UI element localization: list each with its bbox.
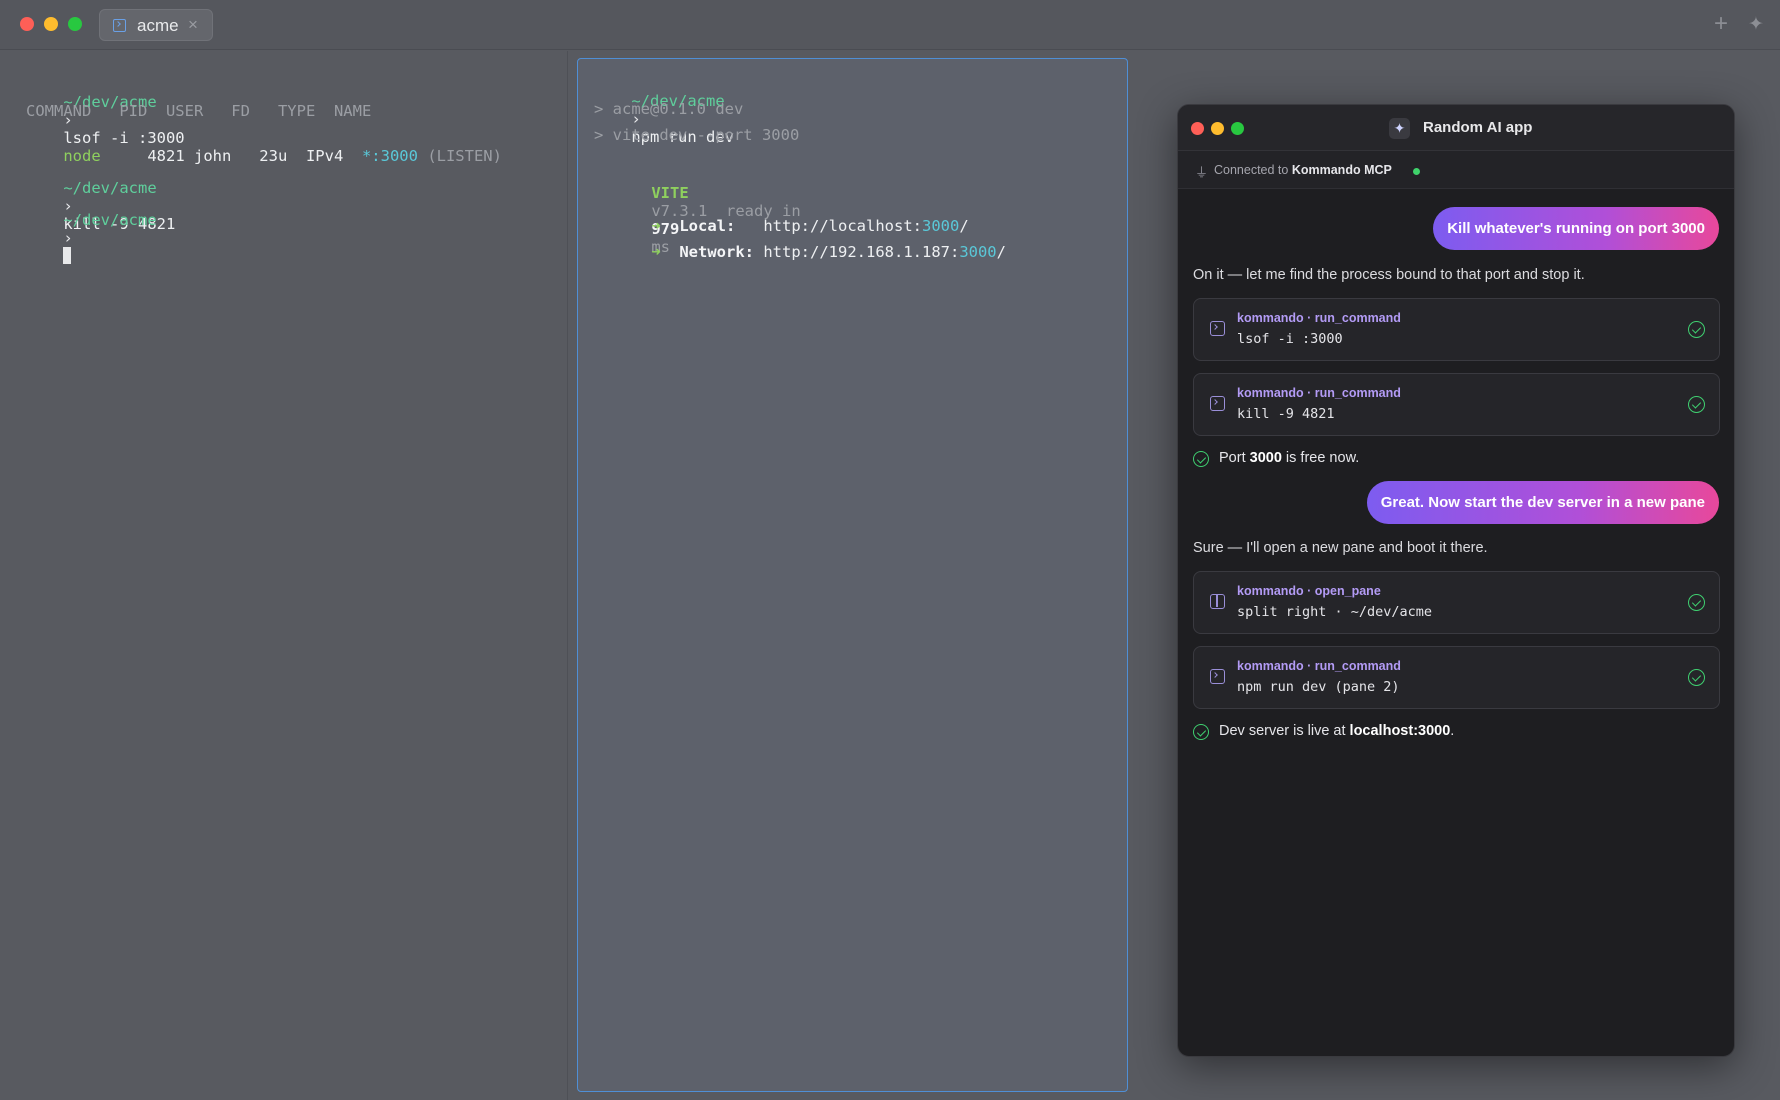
terminal-icon [1210, 669, 1225, 684]
tool-command: kill -9 4821 [1237, 406, 1335, 422]
plug-icon: ⏚ [1195, 165, 1209, 180]
ai-app-title: Random AI app [1423, 119, 1533, 136]
tool-call-card[interactable]: kommando · run_command lsof -i :3000 [1193, 298, 1720, 361]
prompt-line: ~/dev/acme › npm run dev [594, 74, 734, 164]
terminal-icon [113, 19, 126, 32]
check-circle-icon [1688, 396, 1705, 413]
check-circle-icon [1193, 451, 1209, 467]
status-text: Dev server is live at [1219, 723, 1346, 739]
terminal-pane-2[interactable]: ~/dev/acme › npm run dev > acme@0.1.0 de… [577, 58, 1128, 1092]
terminal-pane-1[interactable]: ~/dev/acme › lsof -i :3000 COMMAND PID U… [0, 51, 568, 1100]
npm-output-line: > vite dev --port 3000 [594, 126, 800, 144]
check-circle-icon [1193, 724, 1209, 740]
process-state: (LISTEN) [427, 147, 502, 165]
prompt-chevron: › [63, 229, 73, 247]
prompt-path: ~/dev/acme [63, 211, 157, 229]
status-emphasis: 3000 [1249, 450, 1282, 466]
check-circle-icon [1688, 669, 1705, 686]
status-message: Dev server is live at localhost:3000. [1193, 723, 1693, 743]
user-message: Kill whatever's running on port 3000 [1433, 207, 1719, 250]
tool-command: lsof -i :3000 [1237, 331, 1343, 347]
connection-dot [1413, 168, 1420, 175]
check-circle-icon [1688, 594, 1705, 611]
tool-command: split right · ~/dev/acme [1237, 604, 1433, 620]
tab-label: acme [137, 16, 179, 35]
network-url[interactable]: http://192.168.1.187: [763, 243, 959, 261]
terminal-icon [1210, 396, 1225, 411]
ai-app-window: ✦ Random AI app ⏚ Connected to Kommando … [1177, 104, 1735, 1057]
network-url-line: ➜ Network: http://192.168.1.187:3000/ [614, 225, 1006, 279]
user-message: Great. Now start the dev server in a new… [1366, 481, 1719, 524]
ai-titlebar: ✦ Random AI app [1178, 105, 1734, 151]
status-text: is free now. [1285, 450, 1360, 466]
process-details: 4821 john 23u IPv4 [147, 147, 344, 165]
tool-call-card[interactable]: kommando · run_command npm run dev (pane… [1193, 646, 1720, 709]
url-slash: / [996, 243, 1006, 261]
network-port[interactable]: 3000 [959, 243, 996, 261]
tool-call-card[interactable]: kommando · open_pane split right · ~/dev… [1193, 571, 1720, 634]
terminal-icon [1210, 321, 1225, 336]
ai-close-button[interactable] [1191, 122, 1204, 135]
new-tab-icon[interactable]: + [1714, 10, 1728, 38]
minimize-window-button[interactable] [44, 17, 58, 31]
status-text: Port [1219, 450, 1246, 466]
network-label: Network: [679, 243, 754, 261]
assistant-message: Sure — I'll open a new pane and boot it … [1193, 540, 1488, 556]
tool-command: npm run dev (pane 2) [1237, 679, 1400, 695]
tool-call-card[interactable]: kommando · run_command kill -9 4821 [1193, 373, 1720, 436]
arrow-icon: ➜ [651, 243, 661, 261]
connection-status: Connected to Kommando MCP [1214, 163, 1392, 177]
check-circle-icon [1688, 321, 1705, 338]
prompt-line: ~/dev/acme › [26, 193, 157, 284]
tool-name: kommando · run_command [1237, 659, 1401, 673]
ai-zoom-button[interactable] [1231, 122, 1244, 135]
title-bar: acme × + ✦ [0, 0, 1780, 50]
tool-name: kommando · run_command [1237, 311, 1401, 325]
tab-acme[interactable]: acme × [99, 9, 213, 41]
close-window-button[interactable] [20, 17, 34, 31]
connected-server: Kommando MCP [1291, 163, 1392, 177]
zoom-window-button[interactable] [68, 17, 82, 31]
assistant-message: On it — let me find the process bound to… [1193, 267, 1585, 283]
process-port: *:3000 [361, 147, 418, 165]
tool-name: kommando · open_pane [1237, 584, 1381, 598]
status-emphasis: localhost:3000 [1349, 723, 1451, 739]
close-tab-icon[interactable]: × [188, 15, 198, 35]
npm-output-line: > acme@0.1.0 dev [594, 100, 744, 118]
connection-bar: ⏚ Connected to Kommando MCP [1178, 151, 1734, 189]
connected-prefix: Connected to [1214, 163, 1289, 177]
lsof-header: COMMAND PID USER FD TYPE NAME [26, 102, 372, 120]
sparkle-icon[interactable]: ✦ [1748, 13, 1764, 36]
status-text: . [1450, 723, 1455, 739]
split-pane-icon [1210, 594, 1225, 609]
tool-name: kommando · run_command [1237, 386, 1401, 400]
status-message: Port 3000 is free now. [1193, 450, 1593, 470]
text-cursor [63, 247, 72, 264]
ai-logo-icon: ✦ [1389, 118, 1410, 139]
ai-minimize-button[interactable] [1211, 122, 1224, 135]
